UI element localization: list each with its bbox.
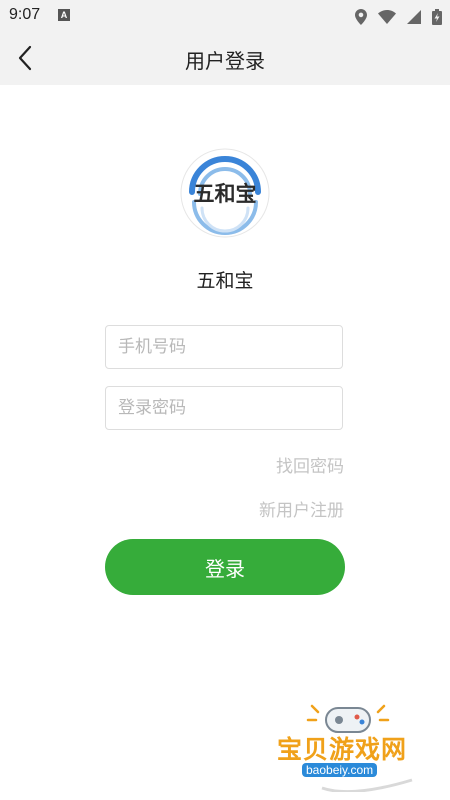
watermark-url: baobeiy.com bbox=[302, 763, 378, 777]
status-time: 9:07 bbox=[9, 6, 41, 23]
password-input[interactable] bbox=[106, 387, 342, 429]
logo-text: 五和宝 bbox=[194, 182, 257, 206]
notification-icon: A bbox=[58, 9, 70, 21]
status-icons bbox=[349, 6, 442, 25]
forgot-password-link[interactable]: 找回密码 bbox=[276, 452, 344, 477]
location-icon bbox=[354, 8, 367, 25]
app-name: 五和宝 bbox=[196, 270, 254, 292]
wifi-icon bbox=[377, 9, 396, 24]
watermark: 宝贝游戏网 baobeiy.com bbox=[262, 700, 442, 792]
login-button[interactable]: 登录 bbox=[105, 539, 345, 595]
phone-field[interactable] bbox=[105, 325, 343, 369]
battery-icon bbox=[432, 8, 442, 25]
phone-input[interactable] bbox=[106, 326, 342, 368]
signal-icon bbox=[406, 9, 421, 24]
register-link[interactable]: 新用户注册 bbox=[259, 496, 344, 521]
password-field[interactable] bbox=[105, 386, 343, 430]
status-bar: 9:07 A bbox=[0, 0, 450, 30]
watermark-title: 宝贝游戏网 bbox=[277, 735, 408, 764]
logo-emblem-icon: 五和宝 bbox=[180, 148, 270, 238]
app-logo: 五和宝 bbox=[180, 148, 270, 238]
page-title: 用户登录 bbox=[185, 49, 265, 73]
nav-bar: 用户登录 bbox=[0, 30, 450, 85]
